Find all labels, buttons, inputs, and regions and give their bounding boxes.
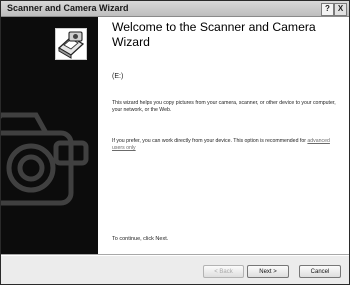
scanner-camera-watermark-icon — [1, 112, 89, 206]
device-label: (E:) — [112, 73, 124, 80]
back-button[interactable]: < Back — [203, 265, 244, 278]
prefer-text: If you prefer, you can work directly fro… — [112, 138, 306, 144]
help-button[interactable]: ? — [321, 3, 334, 16]
title-bar[interactable]: Scanner and Camera Wizard ? X — [1, 1, 349, 17]
wizard-content: Welcome to the Scanner and Camera Wizard… — [98, 17, 349, 254]
cancel-button[interactable]: Cancel — [299, 265, 341, 278]
window-title: Scanner and Camera Wizard — [7, 3, 129, 13]
wizard-window: Scanner and Camera Wizard ? X Welcome to… — [0, 0, 350, 285]
intro-text: This wizard helps you copy pictures from… — [112, 100, 336, 113]
page-title: Welcome to the Scanner and Camera Wizard — [112, 20, 316, 49]
continue-instruction: To continue, click Next. — [112, 236, 169, 242]
next-button[interactable]: Next > — [247, 265, 289, 278]
wizard-sidebar — [1, 17, 98, 254]
close-button[interactable]: X — [334, 3, 347, 16]
scanner-camera-icon — [55, 28, 87, 60]
footer-divider — [1, 254, 349, 256]
advanced-option-text: If you prefer, you can work directly fro… — [112, 138, 342, 152]
